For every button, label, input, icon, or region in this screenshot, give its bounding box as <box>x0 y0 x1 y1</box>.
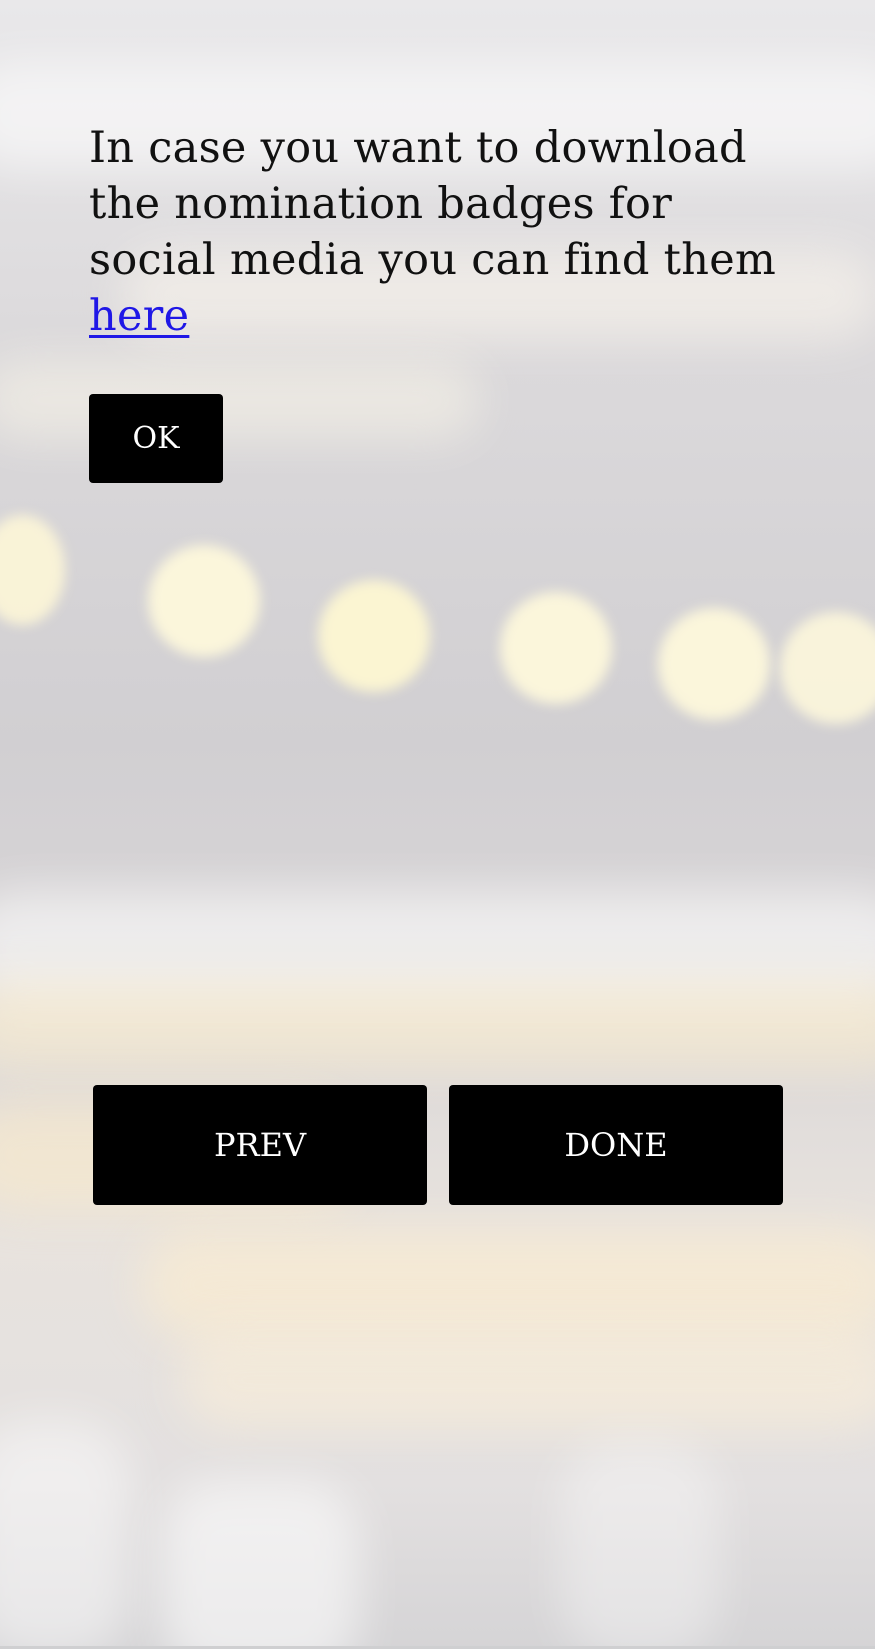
dialog-content: In case you want to download the nominat… <box>89 120 789 344</box>
dialog-message: In case you want to download the nominat… <box>89 120 789 344</box>
here-link[interactable]: here <box>89 291 189 341</box>
prev-button[interactable]: PREV <box>93 1085 427 1205</box>
message-text: In case you want to download the nominat… <box>89 123 777 285</box>
ok-button[interactable]: OK <box>89 394 223 483</box>
done-button[interactable]: DONE <box>449 1085 783 1205</box>
